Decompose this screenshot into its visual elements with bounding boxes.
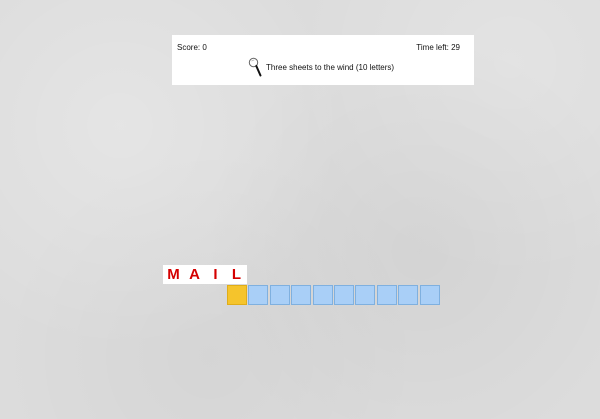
- answer-box[interactable]: [333, 285, 354, 305]
- answer-box[interactable]: [291, 285, 312, 305]
- answer-row[interactable]: [227, 285, 441, 306]
- magnifying-glass-icon[interactable]: [248, 57, 262, 77]
- typed-letter: I: [205, 265, 226, 284]
- answer-box[interactable]: [269, 285, 290, 305]
- answer-box[interactable]: [248, 285, 269, 305]
- typed-letter: L: [226, 265, 247, 284]
- header-panel: Score: 0 Time left: 29 Three sheets to t…: [172, 35, 474, 85]
- answer-box[interactable]: [419, 285, 440, 305]
- answer-box[interactable]: [312, 285, 333, 305]
- time-left-label: Time left: 29: [416, 43, 460, 52]
- typed-letter: M: [163, 265, 184, 284]
- clue-row[interactable]: Three sheets to the wind (10 letters): [248, 57, 394, 77]
- answer-box[interactable]: [355, 285, 376, 305]
- answer-box[interactable]: [376, 285, 397, 305]
- answer-box-active[interactable]: [227, 285, 247, 305]
- typed-letter: A: [184, 265, 205, 284]
- typed-letters: M A I L: [163, 265, 247, 284]
- clue-text: Three sheets to the wind (10 letters): [266, 62, 395, 72]
- answer-box[interactable]: [398, 285, 419, 305]
- score-label: Score: 0: [177, 43, 207, 52]
